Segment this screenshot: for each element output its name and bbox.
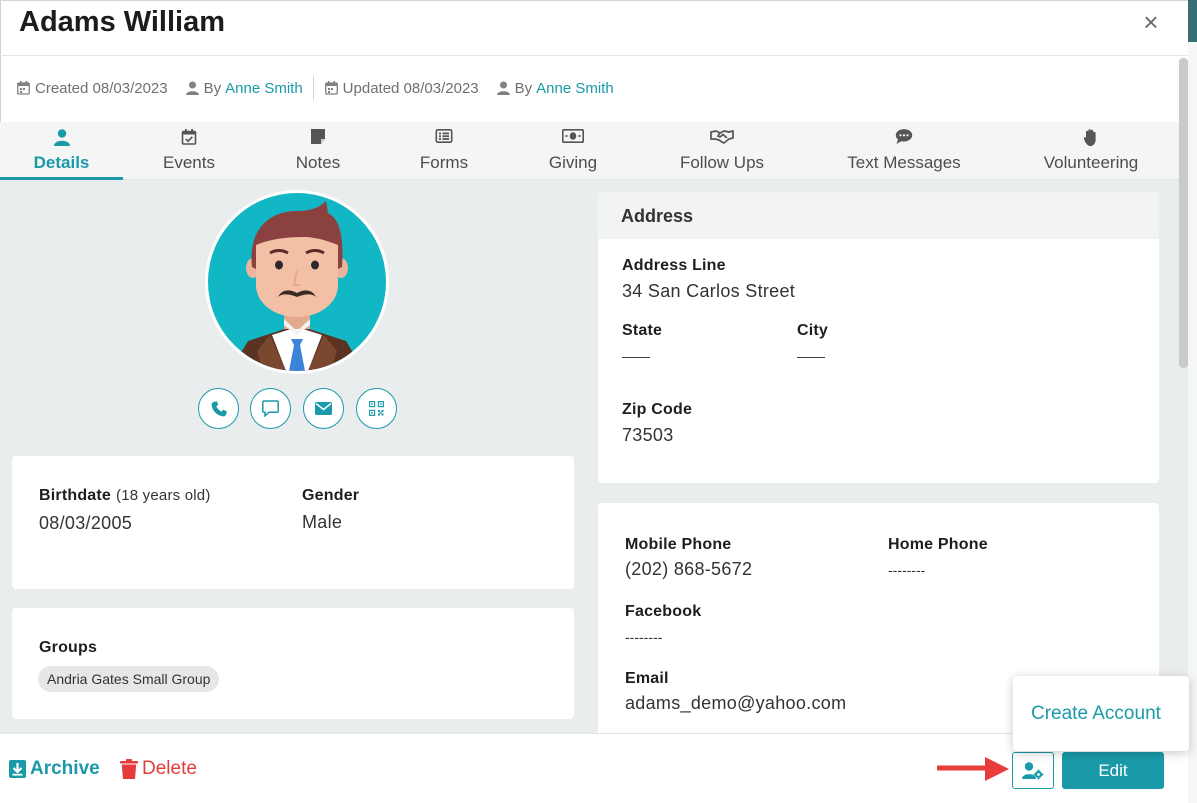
email-label: Email <box>625 670 669 687</box>
updated-date: Updated 08/03/2023 <box>342 79 479 97</box>
address-card: Address Address Line 34 San Carlos Stree… <box>598 192 1159 483</box>
user-gear-icon <box>1022 761 1044 779</box>
tab-label: Details <box>33 153 90 172</box>
person-name-title: Adams William <box>19 6 226 38</box>
state-value: —— <box>622 348 650 364</box>
gender-value: Male <box>302 512 343 532</box>
calendar-icon <box>17 81 30 95</box>
handshake-icon <box>710 130 734 144</box>
tab-label: Forms <box>419 153 469 172</box>
tab-label: Events <box>163 153 215 172</box>
tab-label: Notes <box>295 153 341 172</box>
header-divider <box>0 55 1188 56</box>
address-heading: Address <box>598 192 1159 239</box>
details-panel: Birthdate (18 years old) 08/03/2005 Gende… <box>0 180 1188 733</box>
tab-notes[interactable]: Notes <box>262 122 374 180</box>
email-button[interactable] <box>303 388 344 429</box>
birthdate-age: (18 years old) <box>116 487 211 504</box>
meta-divider <box>312 76 314 100</box>
phone-icon <box>211 400 227 416</box>
user-account-button[interactable] <box>1012 752 1054 789</box>
archive-button[interactable]: Archive <box>9 758 100 780</box>
edit-button[interactable]: Edit <box>1062 752 1164 789</box>
city-label: City <box>797 322 829 339</box>
delete-button[interactable]: Delete <box>120 758 197 780</box>
created-date: Created 08/03/2023 <box>35 79 168 97</box>
user-icon <box>185 81 199 95</box>
birthdate-value: 08/03/2005 <box>39 513 133 533</box>
created-info: Created 08/03/2023 <box>17 80 168 97</box>
tab-giving[interactable]: Giving <box>517 122 629 180</box>
birthdate-label: Birthdate (18 years old) <box>39 487 211 504</box>
zip-code-label: Zip Code <box>622 401 693 418</box>
address-line-value: 34 San Carlos Street <box>622 281 796 301</box>
email-value: adams_demo@yahoo.com <box>625 693 847 713</box>
background-header-bar <box>1188 0 1197 42</box>
record-meta: Created 08/03/2023 By Anne Smith Updated… <box>17 76 632 100</box>
mobile-phone-label: Mobile Phone <box>625 536 732 553</box>
groups-label: Groups <box>39 639 98 656</box>
chat-bubble-icon <box>895 129 913 144</box>
tab-label: Volunteering <box>1043 153 1139 172</box>
home-phone-label: Home Phone <box>888 536 988 553</box>
updated-by-link[interactable]: Anne Smith <box>536 80 614 97</box>
user-icon <box>496 81 510 95</box>
state-label: State <box>622 322 663 339</box>
calendar-icon <box>324 81 338 95</box>
text-message-button[interactable] <box>250 388 291 429</box>
modal-scrollbar-thumb[interactable] <box>1179 58 1188 368</box>
person-icon <box>53 129 70 146</box>
close-icon[interactable]: × <box>1139 8 1163 36</box>
updated-info: Updated 08/03/2023 <box>324 79 479 97</box>
qr-code-button[interactable] <box>356 388 397 429</box>
home-phone-value: -------- <box>888 562 926 578</box>
note-icon <box>311 129 325 144</box>
profile-avatar <box>205 190 389 374</box>
created-by-prefix: By <box>203 79 222 97</box>
updated-by-prefix: By <box>514 79 533 97</box>
created-by: By Anne Smith <box>185 79 303 97</box>
archive-label: Archive <box>30 758 100 779</box>
account-popover: Create Account <box>1013 676 1189 751</box>
tab-bar: Details Events Notes Forms Giving Follow… <box>0 122 1188 180</box>
annotation-arrow <box>937 757 1009 781</box>
mobile-phone-value: (202) 868-5672 <box>625 559 753 579</box>
facebook-label: Facebook <box>625 603 702 620</box>
delete-label: Delete <box>142 758 197 779</box>
calendar-check-icon <box>181 129 197 145</box>
group-chip[interactable]: Andria Gates Small Group <box>38 666 220 692</box>
tab-label: Giving <box>548 153 598 172</box>
created-by-link[interactable]: Anne Smith <box>225 80 303 97</box>
trash-icon <box>120 759 138 779</box>
tab-text-messages[interactable]: Text Messages <box>836 122 972 180</box>
gender-label: Gender <box>302 487 360 504</box>
archive-download-icon <box>9 760 26 778</box>
person-avatar-illustration <box>208 193 386 371</box>
raised-hand-icon <box>1084 129 1096 146</box>
zip-code-value: 73503 <box>622 425 674 445</box>
groups-card: Groups Andria Gates Small Group <box>12 608 574 719</box>
personal-info-card: Birthdate (18 years old) 08/03/2005 Gende… <box>12 456 574 589</box>
email-icon <box>315 402 332 415</box>
tab-events[interactable]: Events <box>133 122 245 180</box>
tab-volunteering[interactable]: Volunteering <box>1031 122 1151 180</box>
tab-label: Follow Ups <box>679 153 765 172</box>
address-line-label: Address Line <box>622 257 726 274</box>
money-icon <box>562 129 584 143</box>
form-list-icon <box>435 129 453 143</box>
city-value: —— <box>797 348 825 364</box>
create-account-option[interactable]: Create Account <box>1031 703 1161 725</box>
facebook-value: -------- <box>625 629 663 645</box>
tab-forms[interactable]: Forms <box>388 122 500 180</box>
qr-code-icon <box>369 401 384 416</box>
call-button[interactable] <box>198 388 239 429</box>
tab-follow-ups[interactable]: Follow Ups <box>660 122 784 180</box>
updated-by: By Anne Smith <box>496 79 614 97</box>
tab-details[interactable]: Details <box>0 122 123 180</box>
message-icon <box>262 400 279 417</box>
background-page-edge <box>1188 0 1197 803</box>
tab-label: Text Messages <box>847 153 961 172</box>
